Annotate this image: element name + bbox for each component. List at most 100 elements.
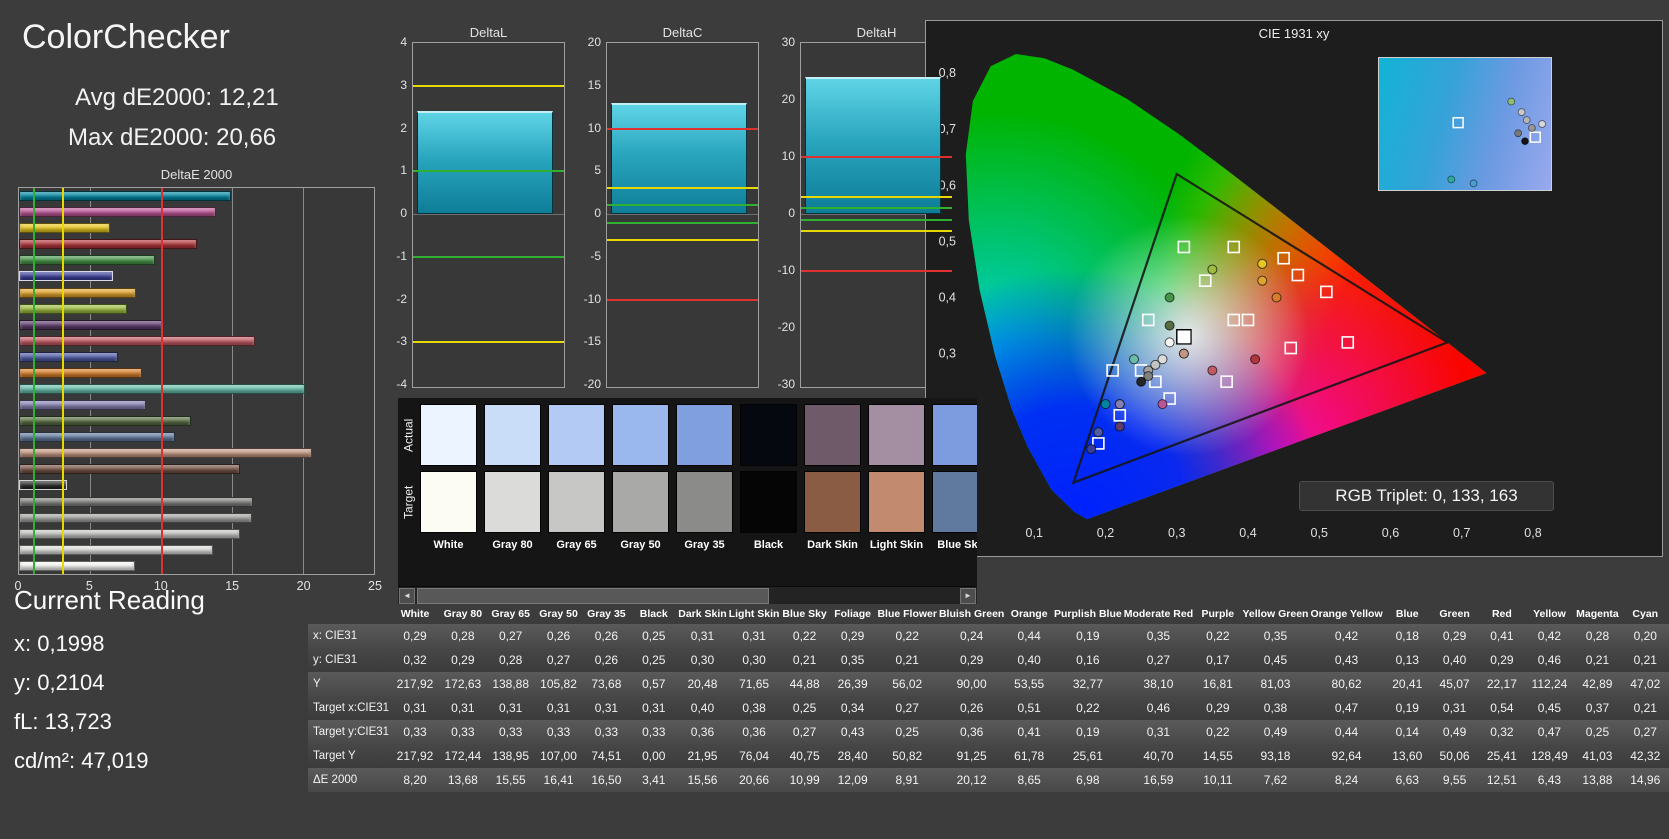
value-cell: 56,02 [892, 677, 923, 691]
current-reading-x: x: 0,1998 [14, 631, 105, 656]
column-header: Blue Flower [877, 608, 937, 620]
value-cell: 0,31 [1442, 701, 1467, 715]
reference-line [161, 188, 163, 574]
bar-slot [19, 510, 374, 526]
table-row: Target x:CIE31 0,31 0,31 0,31 0,31 0,31 0,31 0,… [308, 696, 1669, 720]
measured-point [1164, 320, 1175, 331]
scroll-right-button[interactable]: ► [960, 588, 976, 604]
delta-l-chart: DeltaL 4 3 2 1 0 -1 -2 -3 -4 [382, 25, 568, 391]
value-cell: 0,35 [1263, 629, 1288, 643]
colorchecker-page: ColorChecker Avg dE2000: 12,21 Max dE200… [0, 0, 1669, 839]
measured-point [1164, 337, 1175, 348]
axis-tick-label: 0,8 [939, 66, 956, 80]
bar-slot [19, 252, 374, 268]
value-cell: 25,61 [1072, 749, 1103, 763]
table-row: y: CIE31 0,32 0,29 0,28 0,27 0,26 0,25 0,30 0,30… [308, 648, 1669, 672]
delta-l-chart-title: DeltaL [469, 25, 508, 40]
cie-inset-zoom [1378, 57, 1552, 191]
row-label: Target y:CIE31 [313, 726, 390, 738]
reference-line [607, 204, 758, 207]
row-label: Target x:CIE31 [313, 702, 390, 714]
current-reading-y: y: 0,2104 [14, 670, 105, 695]
delta-e-bar-yellow-green [19, 303, 128, 314]
value-cell: 0,19 [1076, 725, 1100, 739]
value-cell: 0,40 [690, 701, 715, 715]
column-header: Yellow [1533, 608, 1566, 620]
value-cell: 0,28 [1585, 629, 1610, 643]
measured-point [1136, 376, 1147, 387]
value-cell: 20,41 [1392, 677, 1423, 691]
value-cell: 15,55 [495, 773, 526, 787]
row-label: Y [313, 678, 321, 690]
value-cell: 0,29 [403, 629, 427, 643]
scroll-left-button[interactable]: ◄ [399, 588, 415, 604]
axis-tick-label: 10 [587, 120, 601, 135]
value-cell: 92,64 [1331, 749, 1362, 763]
value-cell: 0,29 [840, 629, 865, 643]
inset-measured-point [1514, 129, 1522, 138]
value-cell: 0,20 [1633, 629, 1657, 643]
value-cell: 0,41 [1017, 725, 1041, 739]
value-cell: 128,49 [1531, 749, 1568, 763]
value-cell: 71,65 [739, 677, 770, 691]
delta-e-bar-gray-65 [19, 528, 240, 539]
value-cell: 0,40 [1017, 653, 1041, 667]
axis-tick-label: 15 [225, 579, 240, 593]
axis-tick-label: -15 [583, 334, 601, 349]
value-cell: 0,25 [895, 725, 919, 739]
value-cell: 38,10 [1143, 677, 1174, 691]
value-cell: 76,04 [739, 749, 770, 763]
value-cell: 61,78 [1014, 749, 1045, 763]
measured-point [1093, 427, 1104, 438]
value-cell: 47,02 [1630, 677, 1661, 691]
delta-e-bar-foliage [19, 416, 191, 427]
axis-tick-label: -1 [396, 248, 407, 263]
value-cell: 0,46 [1537, 653, 1562, 667]
swatch-target-gray-65 [548, 471, 605, 533]
value-cell: 0,37 [1585, 701, 1610, 715]
swatch-actual-dark-skin [804, 404, 861, 466]
column-header: Purple [1201, 608, 1235, 620]
swatch-scrollbar[interactable]: ◄ ► [398, 586, 977, 604]
value-cell: 13,68 [447, 773, 478, 787]
value-cell: 0,25 [642, 653, 666, 667]
table-row: Target Y 217,92 172,44 138,95 107,00 74,51 0,0… [308, 744, 1669, 768]
value-cell: 0,21 [1585, 653, 1610, 667]
scrollbar-thumb[interactable] [417, 588, 769, 604]
delta-h-axis-labels: 30 20 10 0 -10 -20 -30 [770, 35, 797, 391]
axis-tick-label: 4 [400, 35, 407, 49]
table-row: Target y:CIE31 0,33 0,33 0,33 0,33 0,33 0,33 0,… [308, 720, 1669, 744]
value-cell: 22,17 [1486, 677, 1517, 691]
axis-tick-label: 0,1 [1026, 526, 1043, 540]
swatch-actual-gray-65 [548, 404, 605, 466]
value-cell: 53,55 [1014, 677, 1045, 691]
value-cell: 138,88 [492, 677, 530, 691]
column-header: Orange [1010, 608, 1048, 620]
value-cell: 6,43 [1537, 773, 1562, 787]
axis-tick-label: 20 [781, 92, 795, 106]
value-cell: 32,77 [1072, 677, 1103, 691]
column-header: Magenta [1576, 608, 1619, 620]
bar-slot [19, 204, 374, 220]
value-cell: 0,29 [451, 653, 475, 667]
delta-value-bar [417, 111, 553, 214]
bar-slot [19, 349, 374, 365]
value-cell: 0,33 [642, 725, 666, 739]
value-cell: 107,00 [540, 749, 577, 763]
column-header: Moderate Red [1123, 608, 1194, 620]
delta-c-plot [606, 42, 759, 388]
measured-point [1164, 292, 1175, 303]
bar-slot [19, 301, 374, 317]
bar-slot [19, 317, 374, 333]
column-header: Blue [1395, 608, 1419, 620]
inset-measured-point [1522, 116, 1531, 124]
inset-measured-point [1469, 179, 1478, 188]
value-cell: 0,22 [792, 629, 817, 643]
value-cell: 0,27 [1146, 653, 1171, 667]
value-cell: 0,33 [499, 725, 523, 739]
value-cell: 0,33 [451, 725, 475, 739]
measured-point [1257, 258, 1268, 269]
value-cell: 0,31 [690, 629, 715, 643]
axis-tick-label: 3 [400, 77, 407, 92]
value-cell: 0,29 [1206, 701, 1230, 715]
